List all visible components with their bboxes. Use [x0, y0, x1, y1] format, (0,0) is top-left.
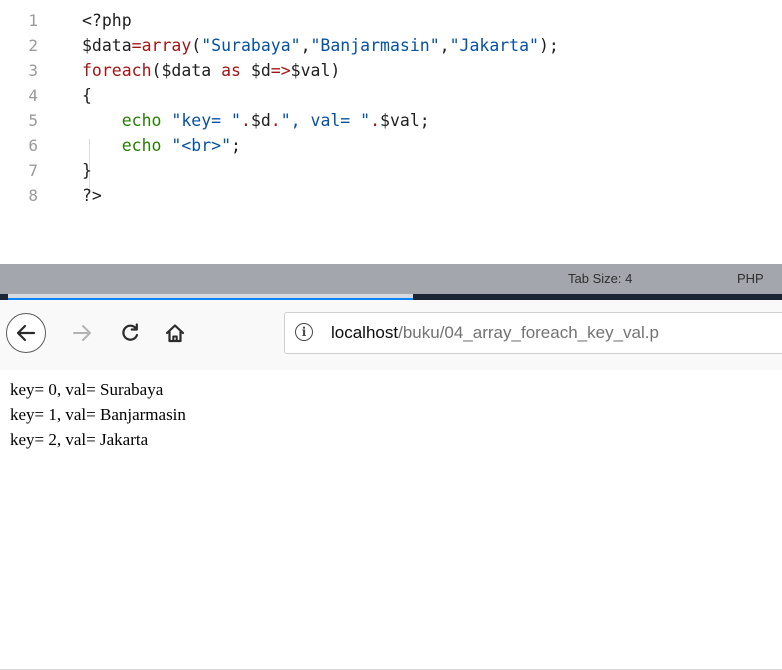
code-text[interactable]: {	[82, 83, 92, 108]
browser-toolbar: i localhost/buku/04_array_foreach_key_va…	[0, 300, 782, 670]
tab-size-indicator[interactable]: Tab Size: 4	[568, 264, 632, 294]
code-token: (	[191, 36, 202, 55]
code-token: =	[131, 36, 142, 55]
back-arrow-icon	[16, 324, 36, 342]
code-token: .	[270, 111, 281, 130]
address-bar[interactable]: i localhost/buku/04_array_foreach_key_va…	[284, 312, 782, 354]
line-number: 3	[28, 61, 38, 80]
output-line: key= 0, val= Surabaya	[10, 380, 164, 399]
code-token: "<br>"	[171, 136, 232, 155]
code-token: as	[221, 61, 241, 80]
code-token: ", val= "	[280, 111, 371, 130]
code-token: $val)	[290, 61, 341, 80]
code-token: $d	[250, 111, 271, 130]
url-host: localhost	[331, 323, 399, 342]
language-mode-indicator[interactable]: PHP	[737, 264, 764, 294]
home-button[interactable]	[155, 313, 195, 353]
line-number: 8	[28, 186, 38, 205]
line-number: 5	[28, 111, 38, 130]
code-token: ,	[300, 36, 311, 55]
output-line: key= 1, val= Banjarmasin	[10, 405, 186, 424]
code-token: echo	[82, 111, 172, 130]
code-line[interactable]: 6 echo "<br>";	[0, 133, 782, 158]
code-token: foreach	[82, 61, 152, 80]
code-token: $data	[82, 36, 132, 55]
code-token: "Jakarta"	[449, 36, 539, 55]
output-line: key= 2, val= Jakarta	[10, 430, 149, 449]
line-number: 1	[28, 11, 38, 30]
code-line[interactable]: 2 $data=array("Surabaya","Banjarmasin","J…	[0, 33, 782, 58]
code-token: "Surabaya"	[201, 36, 301, 55]
site-info-icon[interactable]: i	[295, 323, 313, 341]
code-token: =>	[270, 61, 291, 80]
code-line[interactable]: 7}	[0, 158, 782, 183]
line-number: 4	[28, 86, 38, 105]
code-token: $d	[240, 61, 271, 80]
code-token: .	[370, 111, 381, 130]
code-line[interactable]: 5 echo "key= ".$d.", val= ".$val;	[0, 108, 782, 133]
code-token: ;	[231, 136, 241, 155]
url-path: /buku/04_array_foreach_key_val.p	[398, 323, 659, 342]
line-number: 2	[28, 36, 38, 55]
code-line[interactable]: 3 foreach($data as $d=>$val)	[0, 58, 782, 83]
code-line[interactable]: 4{	[0, 83, 782, 108]
code-text[interactable]: }	[82, 158, 92, 183]
code-token: "key= "	[171, 111, 241, 130]
code-token: ?>	[82, 186, 102, 205]
line-number: 7	[28, 161, 38, 180]
code-token: );	[538, 36, 559, 55]
code-text[interactable]: $data=array("Surabaya","Banjarmasin","Ja…	[82, 33, 559, 58]
reload-icon	[122, 323, 139, 341]
code-line[interactable]: 8 ?>	[0, 183, 782, 208]
code-text[interactable]: <?php	[82, 8, 132, 33]
code-text[interactable]: echo "key= ".$d.", val= ".$val;	[82, 108, 430, 133]
code-token: }	[82, 161, 92, 180]
reload-button[interactable]	[110, 313, 150, 353]
line-number: 6	[28, 136, 38, 155]
code-token: ($data	[151, 61, 222, 80]
code-line[interactable]: 1 <?php	[0, 8, 782, 33]
code-token: <?php	[82, 11, 132, 30]
code-token: "Banjarmasin"	[310, 36, 440, 55]
url-text[interactable]: localhost/buku/04_array_foreach_key_val.…	[331, 313, 659, 353]
code-editor[interactable]: 1 <?php 2 $data=array("Surabaya","Banjarmas…	[0, 0, 782, 264]
back-button[interactable]	[6, 313, 46, 353]
forward-arrow-icon	[73, 325, 91, 341]
code-text[interactable]: echo "<br>";	[82, 133, 241, 158]
forward-button[interactable]	[62, 313, 102, 353]
code-token: ,	[439, 36, 450, 55]
code-token: array	[141, 36, 192, 55]
home-icon	[165, 324, 185, 343]
code-text[interactable]: ?>	[82, 183, 102, 208]
code-token: echo	[82, 136, 172, 155]
code-token: $val;	[380, 111, 430, 130]
code-token: {	[82, 86, 92, 105]
page-output: key= 0, val= Surabaya key= 1, val= Banja…	[0, 370, 782, 468]
code-token: .	[240, 111, 251, 130]
code-text[interactable]: foreach($data as $d=>$val)	[82, 58, 340, 83]
editor-status-bar: Tab Size: 4 PHP	[0, 264, 782, 294]
